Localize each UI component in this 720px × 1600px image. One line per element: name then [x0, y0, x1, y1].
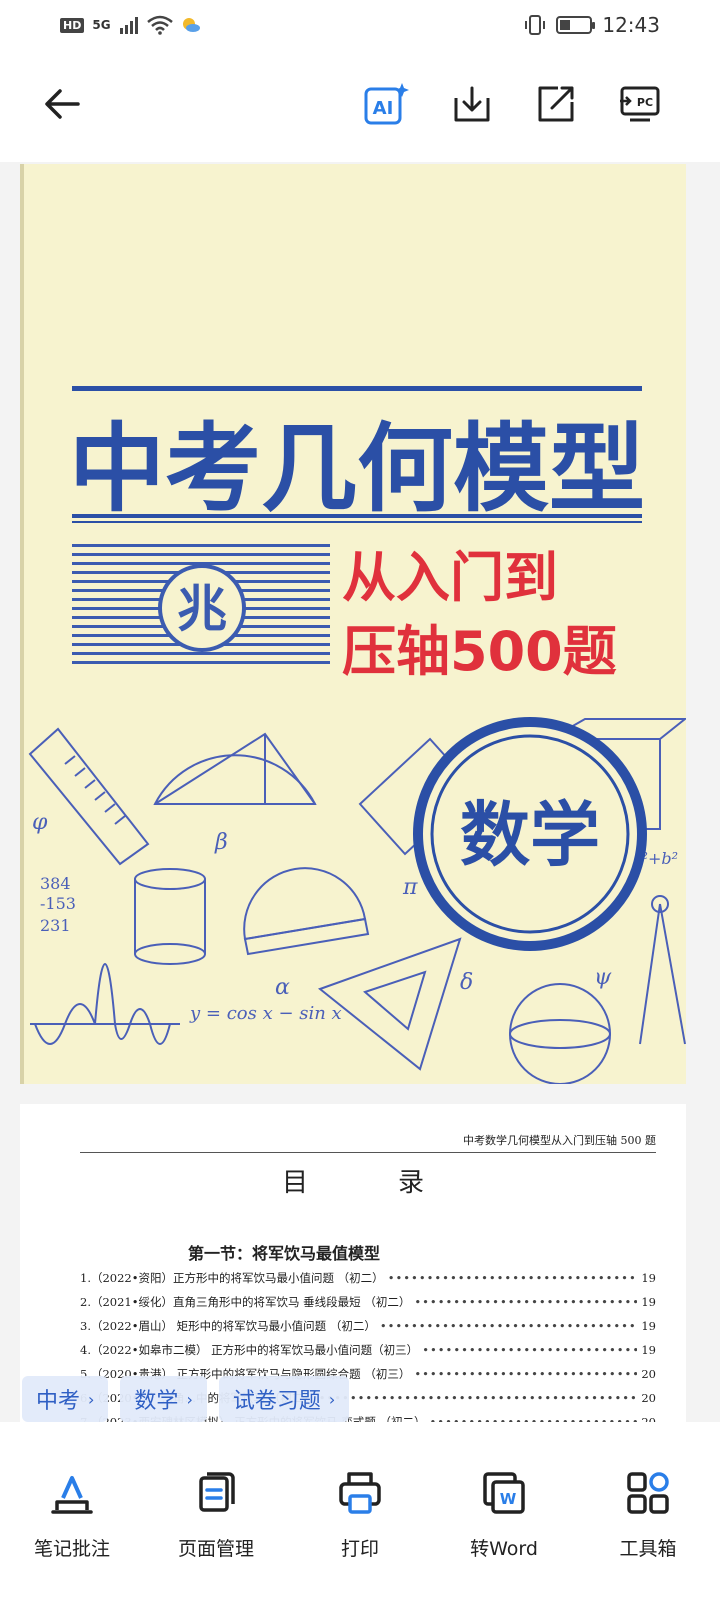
svg-text:兆: 兆 [177, 579, 227, 638]
ai-button[interactable]: AI [362, 80, 410, 128]
cover-title: 中考几何模型 [69, 413, 645, 525]
subject-badge-label: 数学 [460, 794, 600, 876]
wifi-icon [146, 15, 173, 35]
signal-type: 5G [92, 18, 111, 32]
page-manage-button[interactable]: 页面管理 [144, 1444, 288, 1600]
breadcrumb-chip-math[interactable]: 数学 › [120, 1376, 207, 1422]
toc-running-header: 中考数学几何模型从入门到压轴 500 题 [80, 1132, 656, 1153]
page-manage-icon [199, 1472, 235, 1512]
top-bar: AI PC [0, 60, 720, 150]
svg-text:231: 231 [40, 916, 71, 935]
cover-subtitle-line1: 从入门到 [342, 546, 558, 609]
back-button[interactable] [38, 80, 86, 128]
svg-text:π: π [402, 875, 418, 900]
download-button[interactable] [448, 80, 496, 128]
toolbox-button[interactable]: 工具箱 [576, 1444, 720, 1600]
print-button[interactable]: 打印 [288, 1444, 432, 1600]
clock: 12:43 [602, 13, 660, 37]
svg-text:φ: φ [32, 810, 48, 835]
bottom-toolbar: 笔记批注 页面管理 打印 W 转Word 工具箱 [0, 1444, 720, 1600]
document-viewer[interactable]: 中考几何模型 兆 从入门到 压轴500题 φ β α δ ψ π y = cos… [0, 162, 720, 1422]
toc-item[interactable]: 4.（2022•如皋市二模） 正方形中的将军饮马最小值问题（初三）19 [80, 1342, 656, 1366]
svg-text:y = cos x − sin x: y = cos x − sin x [189, 1003, 342, 1024]
svg-text:β: β [214, 830, 228, 855]
chevron-right-icon: › [328, 1389, 336, 1409]
chevron-right-icon: › [186, 1389, 193, 1409]
svg-text:δ: δ [460, 970, 473, 995]
toc-title: 目录 [281, 1168, 514, 1198]
status-bar: HD 5G 12:43 [0, 0, 720, 50]
download-icon [454, 86, 490, 122]
svg-text:ψ: ψ [594, 965, 612, 990]
toc-page[interactable]: 中考数学几何模型从入门到压轴 500 题 目录 第一节：将军饮马最值模型 1.（… [20, 1104, 686, 1422]
svg-text:AI: AI [373, 98, 394, 119]
weather-icon [182, 18, 200, 32]
convert-to-word-button[interactable]: W 转Word [432, 1444, 576, 1600]
toc-item[interactable]: 3.（2022•眉山） 矩形中的将军饮马最小值问题 （初二）19 [80, 1318, 656, 1342]
send-to-pc-icon: PC [620, 86, 660, 122]
print-icon [339, 1472, 381, 1514]
vibrate-icon [525, 15, 546, 35]
svg-text:384: 384 [40, 874, 71, 893]
battery-icon [556, 16, 596, 34]
toolbox-icon [627, 1472, 669, 1514]
svg-text:PC: PC [637, 96, 653, 109]
share-button[interactable] [532, 80, 580, 128]
cover-subtitle-line2: 压轴500题 [342, 620, 617, 683]
toc-item[interactable]: 1.（2022•资阳）正方形中的将军饮马最小值问题 （初二）19 [80, 1270, 656, 1294]
hd-indicator: HD [60, 17, 85, 33]
toc-item[interactable]: 2.（2021•绥化）直角三角形中的将军饮马 垂线段最短 （初二）19 [80, 1294, 656, 1318]
svg-text:W: W [500, 1490, 517, 1508]
to-word-icon: W [483, 1472, 525, 1514]
breadcrumb-chip-zhongkao[interactable]: 中考 › [22, 1376, 109, 1422]
cover-page[interactable]: 中考几何模型 兆 从入门到 压轴500题 φ β α δ ψ π y = cos… [20, 164, 686, 1084]
breadcrumb-chip-exercises[interactable]: 试卷习题 › [218, 1376, 350, 1422]
share-icon [538, 86, 574, 122]
annotate-icon [51, 1476, 93, 1514]
signal-bars-icon [119, 17, 138, 34]
back-arrow-icon [45, 89, 80, 119]
cover-artwork: 中考几何模型 兆 从入门到 压轴500题 φ β α δ ψ π y = cos… [28, 386, 686, 1084]
chevron-right-icon: › [88, 1389, 95, 1409]
ai-icon: AI [364, 83, 409, 125]
svg-text:-153: -153 [40, 894, 76, 913]
send-to-pc-button[interactable]: PC [616, 80, 664, 128]
toc-section-title: 第一节：将军饮马最值模型 [188, 1244, 381, 1263]
category-breadcrumbs: 中考 › 数学 › 试卷习题 › [22, 1376, 350, 1422]
annotate-button[interactable]: 笔记批注 [0, 1444, 144, 1600]
svg-text:α: α [275, 975, 290, 1000]
